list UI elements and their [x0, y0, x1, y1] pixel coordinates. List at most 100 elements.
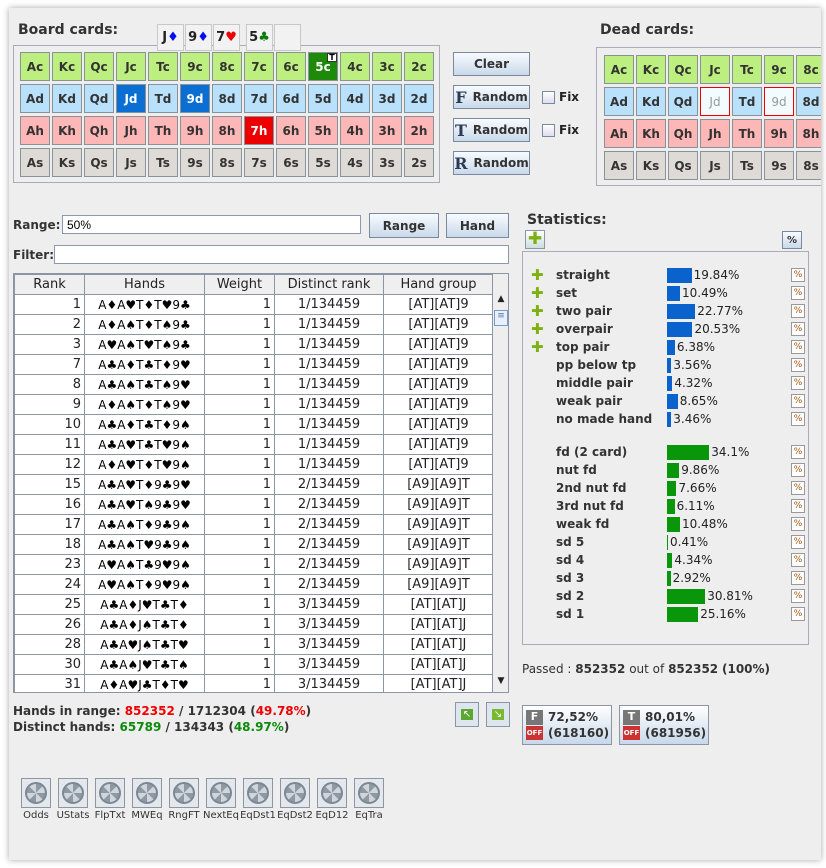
stat-percent-button[interactable]: %: [791, 304, 805, 318]
card-9d[interactable]: 9d: [764, 87, 794, 116]
table-scrollbar[interactable]: ▲ ≡ ▼: [492, 274, 508, 692]
card-9c[interactable]: 9c: [764, 55, 794, 84]
tool-button-mweq[interactable]: [132, 778, 162, 808]
card-Qd[interactable]: Qd: [84, 84, 114, 113]
board-slot[interactable]: 5 ♣: [246, 24, 273, 51]
card-Kc[interactable]: Kc: [636, 55, 666, 84]
tool-button-flptxt[interactable]: [95, 778, 125, 808]
card-Ac[interactable]: Ac: [604, 55, 634, 84]
table-row[interactable]: 3 A♥A♠T♥T♠9♣ 1 1/134459 [AT][AT]9: [14, 334, 494, 355]
turn-random-button[interactable]: T Random: [453, 118, 530, 142]
card-2d[interactable]: 2d: [404, 84, 434, 113]
stat-percent-button[interactable]: %: [791, 358, 805, 372]
card-Ts[interactable]: Ts: [732, 151, 762, 180]
card-9d[interactable]: 9d: [180, 84, 210, 113]
tool-button-odds[interactable]: [21, 778, 51, 808]
stat-percent-button[interactable]: %: [791, 322, 805, 336]
card-Ah[interactable]: Ah: [604, 119, 634, 148]
card-Tc[interactable]: Tc: [732, 55, 762, 84]
expand-plus-icon[interactable]: ✚: [531, 266, 544, 284]
river-random-button[interactable]: R Random: [453, 151, 530, 175]
card-5c[interactable]: 5c T: [308, 52, 338, 81]
stat-percent-button[interactable]: %: [791, 553, 805, 567]
stat-percent-button[interactable]: %: [791, 268, 805, 282]
table-row[interactable]: 25 A♣A♦J♥T♣T♦ 1 3/134459 [AT][AT]J: [14, 594, 494, 615]
card-4s[interactable]: 4s: [340, 148, 370, 177]
card-Th[interactable]: Th: [148, 116, 178, 145]
card-Jh[interactable]: Jh: [700, 119, 730, 148]
table-row[interactable]: 7 A♣A♦T♣T♦9♥ 1 1/134459 [AT][AT]9: [14, 354, 494, 375]
card-Kc[interactable]: Kc: [52, 52, 82, 81]
table-row[interactable]: 10 A♣A♦T♣T♦9♠ 1 1/134459 [AT][AT]9: [14, 414, 494, 435]
range-input[interactable]: [62, 215, 361, 234]
card-As[interactable]: As: [604, 151, 634, 180]
fix-turn-checkbox[interactable]: [542, 124, 555, 137]
stat-percent-button[interactable]: %: [791, 376, 805, 390]
stat-percent-button[interactable]: %: [791, 412, 805, 426]
card-6s[interactable]: 6s: [276, 148, 306, 177]
card-6d[interactable]: 6d: [276, 84, 306, 113]
card-Qd[interactable]: Qd: [668, 87, 698, 116]
card-Js[interactable]: Js: [700, 151, 730, 180]
card-3c[interactable]: 3c: [372, 52, 402, 81]
card-3h[interactable]: 3h: [372, 116, 402, 145]
table-row[interactable]: 16 A♣A♥T♠9♣9♥ 1 2/134459 [A9][A9]T: [14, 494, 494, 515]
tool-button-ustats[interactable]: [58, 778, 88, 808]
card-5h[interactable]: 5h: [308, 116, 338, 145]
expand-plus-icon[interactable]: ✚: [531, 338, 544, 356]
column-header[interactable]: Rank: [14, 274, 85, 295]
expand-plus-icon[interactable]: ✚: [531, 302, 544, 320]
flop-random-button[interactable]: F Random: [453, 85, 530, 109]
table-row[interactable]: 26 A♣A♦J♠T♣T♦ 1 3/134459 [AT][AT]J: [14, 614, 494, 635]
table-row[interactable]: 12 A♦A♥T♦T♥9♠ 1 1/134459 [AT][AT]9: [14, 454, 494, 475]
tool-button-eqd12[interactable]: [317, 778, 347, 808]
table-row[interactable]: 11 A♣A♥T♣T♥9♠ 1 1/134459 [AT][AT]9: [14, 434, 494, 455]
card-4c[interactable]: 4c: [340, 52, 370, 81]
table-row[interactable]: 31 A♦A♥J♣T♦T♥ 1 3/134459 [AT][AT]J: [14, 674, 494, 692]
card-Th[interactable]: Th: [732, 119, 762, 148]
board-slot[interactable]: [274, 24, 301, 51]
card-Ts[interactable]: Ts: [148, 148, 178, 177]
card-7c[interactable]: 7c: [244, 52, 274, 81]
card-Qh[interactable]: Qh: [668, 119, 698, 148]
card-9s[interactable]: 9s: [180, 148, 210, 177]
tool-button-eqdst1[interactable]: [243, 778, 273, 808]
card-3d[interactable]: 3d: [372, 84, 402, 113]
table-row[interactable]: 1 A♦A♥T♦T♥9♣ 1 1/134459 [AT][AT]9: [14, 294, 494, 315]
card-Qc[interactable]: Qc: [84, 52, 114, 81]
percent-toggle-button[interactable]: %: [782, 231, 802, 249]
table-row[interactable]: 2 A♦A♠T♦T♠9♣ 1 1/134459 [AT][AT]9: [14, 314, 494, 335]
table-row[interactable]: 24 A♥A♠T♦9♥9♠ 1 2/134459 [A9][A9]T: [14, 574, 494, 595]
tool-button-eqdst2[interactable]: [280, 778, 310, 808]
card-Qs[interactable]: Qs: [668, 151, 698, 180]
tool-button-nexteq[interactable]: [206, 778, 236, 808]
card-8s[interactable]: 8s: [212, 148, 242, 177]
stat-percent-button[interactable]: %: [791, 589, 805, 603]
import-icon[interactable]: ↖: [455, 702, 479, 727]
card-7s[interactable]: 7s: [244, 148, 274, 177]
card-4h[interactable]: 4h: [340, 116, 370, 145]
table-row[interactable]: 28 A♣A♥J♠T♣T♥ 1 3/134459 [AT][AT]J: [14, 634, 494, 655]
card-Kd[interactable]: Kd: [52, 84, 82, 113]
card-Ac[interactable]: Ac: [20, 52, 50, 81]
board-slot[interactable]: 9 ♦: [185, 24, 212, 51]
card-Ah[interactable]: Ah: [20, 116, 50, 145]
card-4d[interactable]: 4d: [340, 84, 370, 113]
card-As[interactable]: As: [20, 148, 50, 177]
scroll-thumb[interactable]: ≡: [494, 310, 508, 326]
stat-percent-button[interactable]: %: [791, 463, 805, 477]
card-8d[interactable]: 8d: [212, 84, 242, 113]
fix-flop-checkbox[interactable]: [542, 91, 555, 104]
stat-percent-button[interactable]: %: [791, 571, 805, 585]
card-8c[interactable]: 8c: [796, 55, 821, 84]
hand-button[interactable]: Hand: [446, 213, 509, 238]
card-9c[interactable]: 9c: [180, 52, 210, 81]
add-statistic-plus-icon[interactable]: ✚: [525, 230, 545, 249]
column-header[interactable]: Hand group: [383, 274, 494, 295]
card-2s[interactable]: 2s: [404, 148, 434, 177]
expand-plus-icon[interactable]: ✚: [531, 284, 544, 302]
table-row[interactable]: 8 A♣A♠T♣T♠9♥ 1 1/134459 [AT][AT]9: [14, 374, 494, 395]
card-Qs[interactable]: Qs: [84, 148, 114, 177]
stat-percent-button[interactable]: %: [791, 499, 805, 513]
export-icon[interactable]: ↘: [486, 702, 510, 727]
